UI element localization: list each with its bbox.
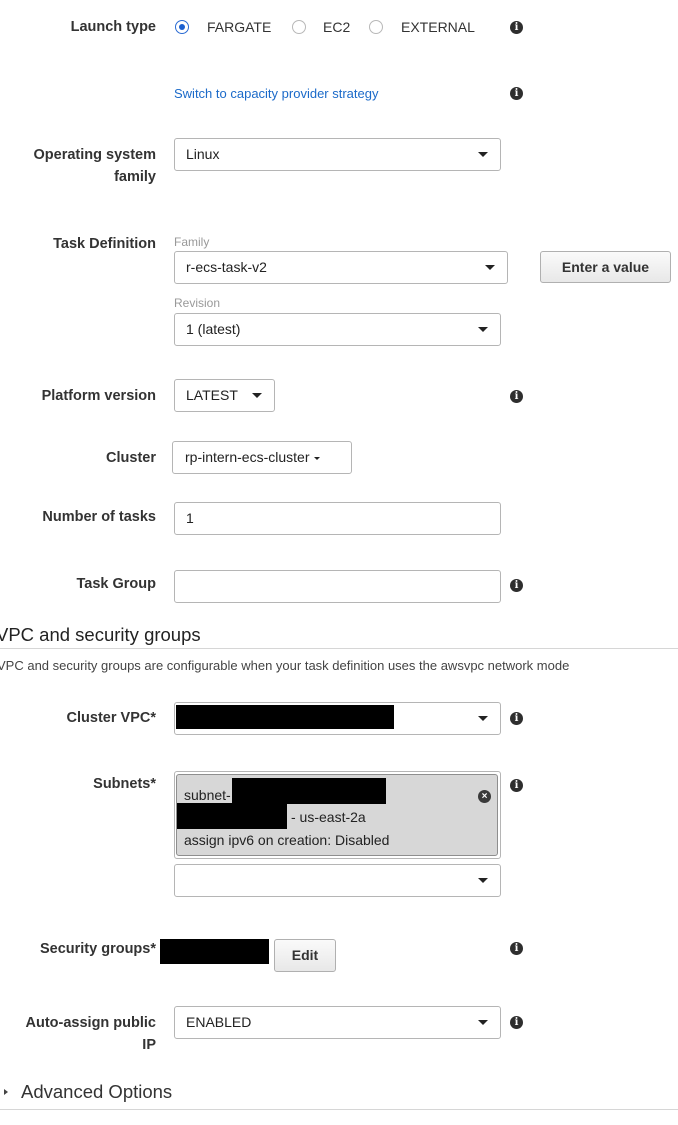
launch-type-fargate-radio[interactable] (175, 20, 189, 34)
task-definition-label: Task Definition (53, 236, 156, 252)
task-family-value: r-ecs-task-v2 (186, 259, 267, 275)
launch-type-ec2-radio[interactable] (292, 20, 306, 34)
subnets-add-select[interactable] (174, 864, 501, 897)
security-groups-info-icon[interactable]: i (510, 942, 523, 955)
redacted-security-group-id (160, 939, 269, 964)
caret-down-icon (252, 393, 262, 398)
task-group-info-icon[interactable]: i (510, 579, 523, 592)
enter-a-value-button[interactable]: Enter a value (540, 251, 671, 283)
platform-version-label: Platform version (41, 388, 156, 404)
number-of-tasks-input[interactable]: 1 (174, 502, 501, 535)
redacted-subnet-id-part2 (177, 803, 287, 829)
task-group-label: Task Group (76, 576, 157, 592)
os-family-select[interactable]: Linux (174, 138, 501, 171)
security-groups-label: Security groups* (39, 941, 156, 957)
subnet-token-ipv6: assign ipv6 on creation: Disabled (184, 832, 390, 848)
platform-version-info-icon[interactable]: i (510, 390, 523, 403)
number-of-tasks-label: Number of tasks (42, 509, 156, 525)
caret-down-icon (478, 327, 488, 332)
caret-down-icon (478, 1020, 488, 1025)
vpc-section-title: VPC and security groups (0, 624, 201, 645)
os-family-value: Linux (186, 146, 220, 162)
triangle-right-icon (4, 1089, 8, 1095)
redacted-subnet-id-part1 (232, 778, 386, 804)
family-sublabel: Family (174, 235, 210, 249)
auto-assign-public-ip-label: Auto-assign public IP (25, 1015, 157, 1053)
cluster-vpc-label: Cluster VPC* (66, 710, 156, 726)
auto-assign-public-ip-value: ENABLED (186, 1014, 252, 1030)
platform-version-select[interactable]: LATEST (174, 379, 275, 412)
cluster-vpc-info-icon[interactable]: i (510, 712, 523, 725)
os-family-label: Operating system family (33, 147, 157, 185)
advanced-options-divider (0, 1109, 678, 1110)
edit-security-groups-button[interactable]: Edit (274, 939, 336, 972)
launch-type-info-icon[interactable]: i (510, 21, 523, 34)
task-revision-select[interactable]: 1 (latest) (174, 313, 501, 346)
launch-type-fargate-label[interactable]: FARGATE (207, 18, 271, 36)
remove-token-icon[interactable]: × (478, 790, 491, 803)
vpc-section-description: VPC and security groups are configurable… (0, 658, 570, 673)
launch-type-ec2-label[interactable]: EC2 (323, 18, 350, 36)
task-revision-value: 1 (latest) (186, 321, 241, 337)
launch-type-label: Launch type (70, 19, 156, 35)
subnet-token-prefix: subnet- (184, 787, 231, 803)
launch-type-external-radio[interactable] (369, 20, 383, 34)
capacity-provider-info-icon[interactable]: i (510, 87, 523, 100)
subnet-token-zone: - us-east-2a (291, 809, 366, 825)
task-family-select[interactable]: r-ecs-task-v2 (174, 251, 508, 284)
subnets-info-icon[interactable]: i (510, 779, 523, 792)
cluster-value: rp-intern-ecs-cluster (185, 449, 310, 465)
subnets-label: Subnets* (93, 776, 156, 792)
task-group-input[interactable] (174, 570, 501, 603)
caret-down-icon (478, 878, 488, 883)
caret-down-icon (478, 152, 488, 157)
launch-type-external-label[interactable]: EXTERNAL (401, 18, 475, 36)
caret-down-icon (478, 716, 488, 721)
caret-down-icon (314, 456, 321, 460)
cluster-label: Cluster (106, 450, 156, 466)
caret-down-icon (485, 265, 495, 270)
platform-version-value: LATEST (186, 387, 238, 403)
vpc-section-divider (0, 648, 678, 649)
revision-sublabel: Revision (174, 296, 221, 310)
switch-capacity-provider-link[interactable]: Switch to capacity provider strategy (174, 86, 378, 101)
advanced-options-label: Advanced Options (21, 1081, 173, 1102)
cluster-select[interactable]: rp-intern-ecs-cluster (172, 441, 352, 474)
redacted-vpc-id (176, 705, 394, 729)
auto-assign-info-icon[interactable]: i (510, 1016, 523, 1029)
auto-assign-public-ip-select[interactable]: ENABLED (174, 1006, 501, 1039)
